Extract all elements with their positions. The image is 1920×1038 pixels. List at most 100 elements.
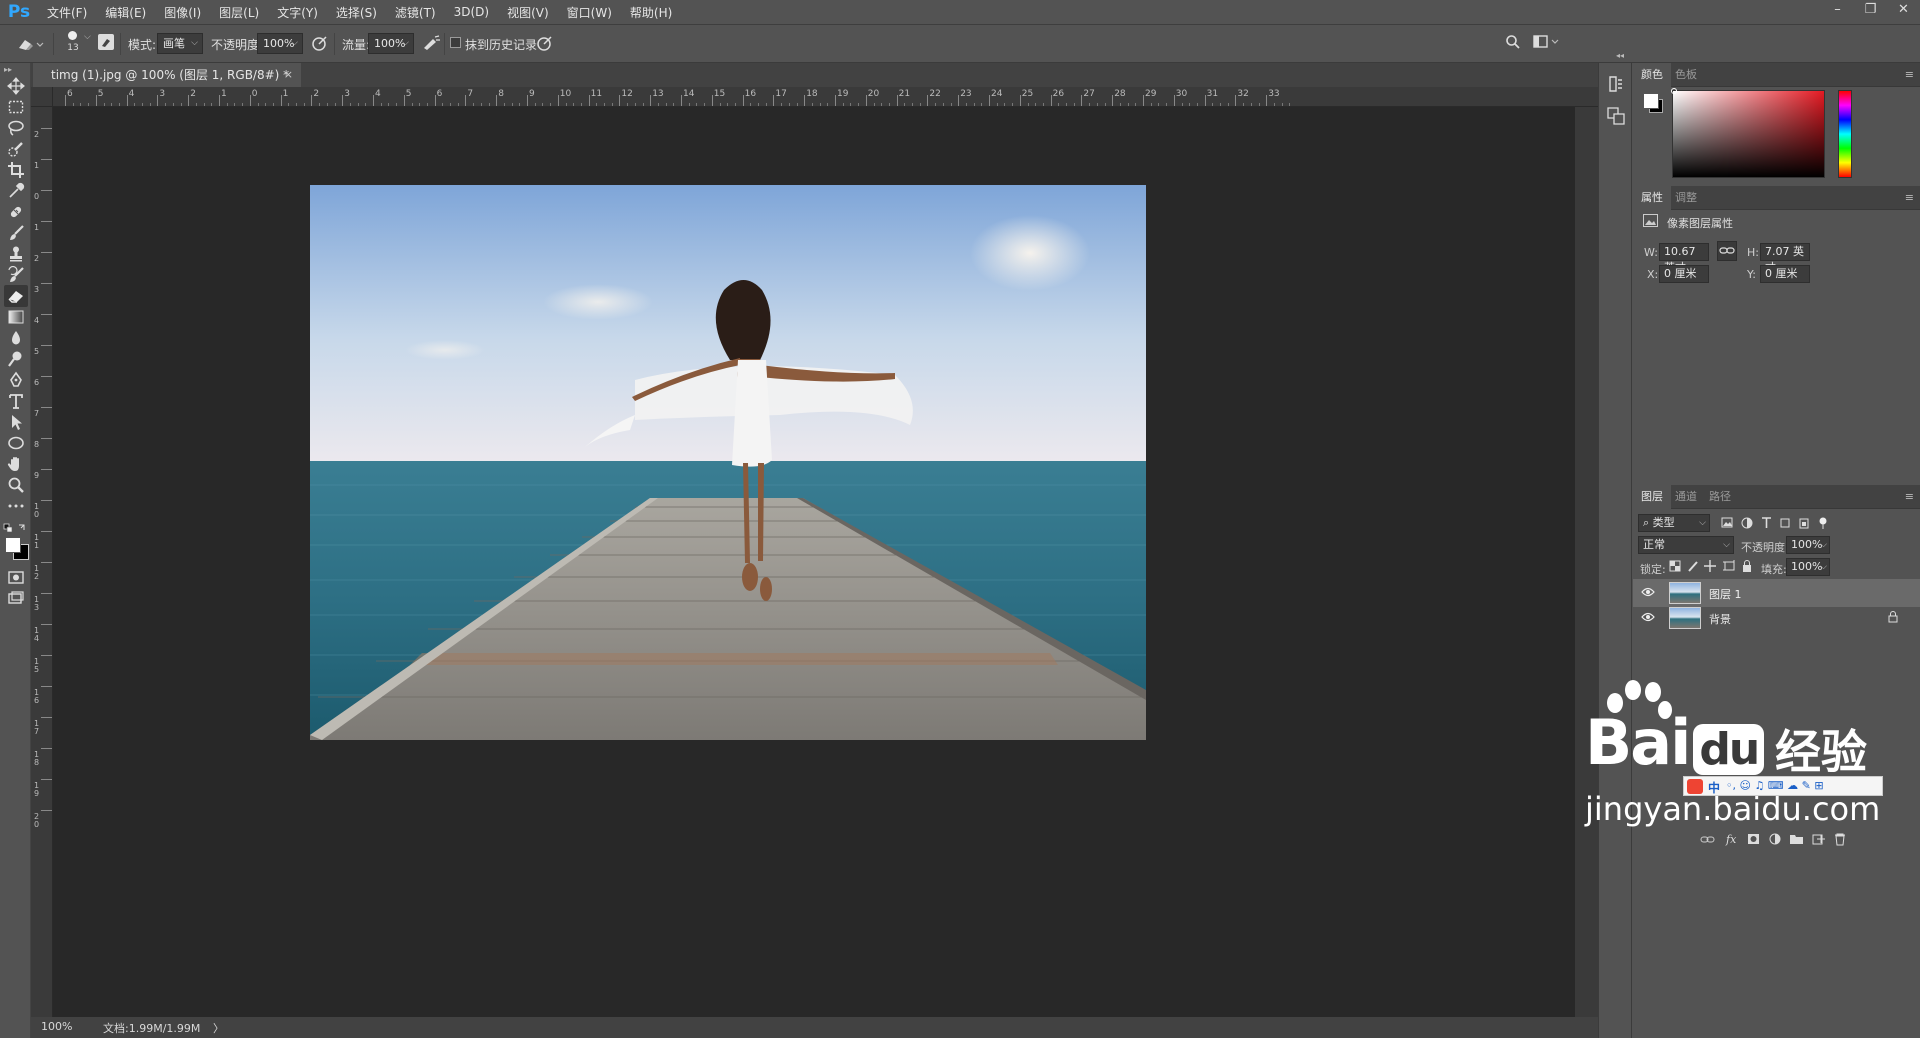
collapse-icon[interactable]: ◂◂	[1616, 51, 1624, 60]
menu-type[interactable]: 文字(Y)	[268, 4, 327, 21]
eraser-tool-icon[interactable]	[4, 285, 28, 307]
search-icon[interactable]	[1505, 34, 1521, 53]
visibility-eye-icon[interactable]	[1641, 610, 1655, 624]
menu-view[interactable]: 视图(V)	[498, 4, 558, 21]
eraser-tool-preset-icon[interactable]	[16, 35, 44, 56]
menu-window[interactable]: 窗口(W)	[558, 4, 621, 21]
menu-file[interactable]: 文件(F)	[38, 4, 96, 21]
minimize-button[interactable]: –	[1821, 0, 1854, 22]
watermark-brand-du: du	[1693, 724, 1765, 775]
screen-mode-icon[interactable]	[4, 587, 28, 609]
panel-menu-icon[interactable]: ≡	[1905, 490, 1914, 503]
link-dimensions-icon[interactable]	[1717, 241, 1737, 261]
quick-mask-icon[interactable]	[4, 566, 28, 588]
history-panel-icon[interactable]	[1605, 73, 1627, 98]
document-tab[interactable]: timg (1).jpg @ 100% (图层 1, RGB/8#) * ×	[33, 63, 301, 87]
foreground-color-swatch[interactable]	[5, 537, 21, 553]
path-selection-tool-icon[interactable]	[4, 411, 28, 433]
tab-properties[interactable]: 属性	[1633, 186, 1671, 210]
pressure-size-icon[interactable]	[536, 34, 554, 55]
default-colors-icon[interactable]	[3, 523, 29, 538]
layer-opacity-field[interactable]: 100% ⌵	[1786, 536, 1830, 554]
clone-stamp-tool-icon[interactable]	[4, 243, 28, 265]
tab-layers[interactable]: 图层	[1633, 485, 1671, 509]
workspace-icon[interactable]	[1533, 34, 1561, 53]
collapse-arrows-icon[interactable]: ▸▸	[4, 65, 12, 74]
ime-language[interactable]: 中	[1708, 779, 1720, 796]
airbrush-icon[interactable]	[421, 34, 441, 55]
zoom-tool-icon[interactable]	[4, 474, 28, 496]
tab-swatches[interactable]: 色板	[1667, 63, 1705, 87]
ime-tools-icons[interactable]: ◦, ☺ ♫ ⌨ ☁ ✎ ⊞	[1726, 779, 1824, 792]
menu-filter[interactable]: 滤镜(T)	[386, 4, 445, 21]
tab-channels[interactable]: 通道	[1667, 485, 1705, 509]
type-tool-icon[interactable]	[4, 390, 28, 412]
healing-brush-tool-icon[interactable]	[4, 201, 28, 223]
layer-row-background[interactable]: 背景	[1633, 604, 1920, 632]
menu-3d[interactable]: 3D(D)	[445, 5, 498, 19]
ruler-label: 17	[34, 719, 40, 736]
hue-slider[interactable]	[1838, 90, 1852, 178]
layer-name[interactable]: 图层 1	[1709, 586, 1742, 602]
lasso-tool-icon[interactable]	[4, 117, 28, 139]
close-button[interactable]: ✕	[1887, 0, 1920, 22]
opacity-input[interactable]: 100% ⌵	[257, 33, 303, 54]
layer-row-layer1[interactable]: 图层 1	[1633, 579, 1920, 607]
menu-help[interactable]: 帮助(H)	[621, 4, 681, 21]
status-menu-icon[interactable]: 〉	[213, 1020, 224, 1036]
pressure-opacity-icon[interactable]	[311, 34, 329, 55]
brush-panel-toggle-icon[interactable]	[98, 34, 114, 50]
dodge-tool-icon[interactable]	[4, 348, 28, 370]
blur-tool-icon[interactable]	[4, 327, 28, 349]
horizontal-ruler[interactable]: 6 5 4 3 2 1 0 1 2 3 4 5 6 7 8 9 10 11 12 13 14 15 16 17 18 19 20 21…	[53, 87, 1598, 107]
tab-paths[interactable]: 路径	[1701, 485, 1739, 509]
menu-image[interactable]: 图像(I)	[155, 4, 210, 21]
properties-panel-icon[interactable]	[1605, 105, 1627, 130]
y-field[interactable]: 0 厘米	[1760, 265, 1810, 283]
gradient-tool-icon[interactable]	[4, 306, 28, 328]
color-picker-marker[interactable]	[1671, 88, 1677, 94]
eyedropper-tool-icon[interactable]	[4, 180, 28, 202]
brush-tool-icon[interactable]	[4, 222, 28, 244]
brush-picker[interactable]: 13 ⌵	[62, 29, 96, 59]
vertical-scrollbar[interactable]	[1575, 107, 1598, 1017]
mode-select[interactable]: 画笔 ⌵	[157, 33, 203, 54]
layer-name[interactable]: 背景	[1709, 611, 1731, 627]
flow-input[interactable]: 100% ⌵	[368, 33, 414, 54]
panel-menu-icon[interactable]: ≡	[1905, 191, 1914, 204]
quick-selection-tool-icon[interactable]	[4, 138, 28, 160]
width-field[interactable]: 10.67 英寸	[1659, 243, 1709, 274]
menu-select[interactable]: 选择(S)	[327, 4, 386, 21]
layer-filter-select[interactable]: ⌕ 类型 ⌵	[1638, 514, 1710, 532]
more-tools-icon[interactable]	[4, 495, 28, 517]
vertical-ruler[interactable]: 32101234567891011121314151617181920	[31, 87, 53, 1017]
hand-tool-icon[interactable]	[4, 453, 28, 475]
menu-edit[interactable]: 编辑(E)	[96, 4, 155, 21]
tab-adjustments[interactable]: 调整	[1667, 186, 1705, 210]
pen-tool-icon[interactable]	[4, 369, 28, 391]
crop-tool-icon[interactable]	[4, 159, 28, 181]
fill-field[interactable]: 100% ⌵	[1786, 558, 1830, 576]
blend-mode-select[interactable]: 正常 ⌵	[1638, 536, 1734, 554]
marquee-tool-icon[interactable]	[4, 96, 28, 118]
visibility-eye-icon[interactable]	[1641, 585, 1655, 599]
color-fg-swatch[interactable]	[1643, 93, 1659, 109]
history-brush-tool-icon[interactable]	[4, 264, 28, 286]
ime-toolbar[interactable]: 中 ◦, ☺ ♫ ⌨ ☁ ✎ ⊞	[1683, 776, 1883, 796]
ellipse-tool-icon[interactable]	[4, 432, 28, 454]
canvas-area[interactable]	[53, 107, 1575, 1017]
zoom-level[interactable]: 100%	[41, 1020, 72, 1033]
restore-button[interactable]: ❐	[1854, 0, 1887, 22]
x-field[interactable]: 0 厘米	[1659, 265, 1709, 283]
ruler-origin[interactable]	[31, 87, 53, 107]
panel-menu-icon[interactable]: ≡	[1905, 68, 1914, 81]
close-tab-icon[interactable]: ×	[284, 63, 293, 87]
height-field[interactable]: 7.07 英寸	[1760, 243, 1810, 274]
ruler-label: 9	[529, 89, 535, 99]
tab-color[interactable]: 颜色	[1633, 63, 1671, 87]
document-image[interactable]	[310, 185, 1146, 743]
history-checkbox[interactable]	[450, 37, 461, 48]
move-tool-icon[interactable]	[4, 75, 28, 97]
menu-layer[interactable]: 图层(L)	[210, 4, 268, 21]
color-spectrum-field[interactable]	[1672, 90, 1825, 178]
